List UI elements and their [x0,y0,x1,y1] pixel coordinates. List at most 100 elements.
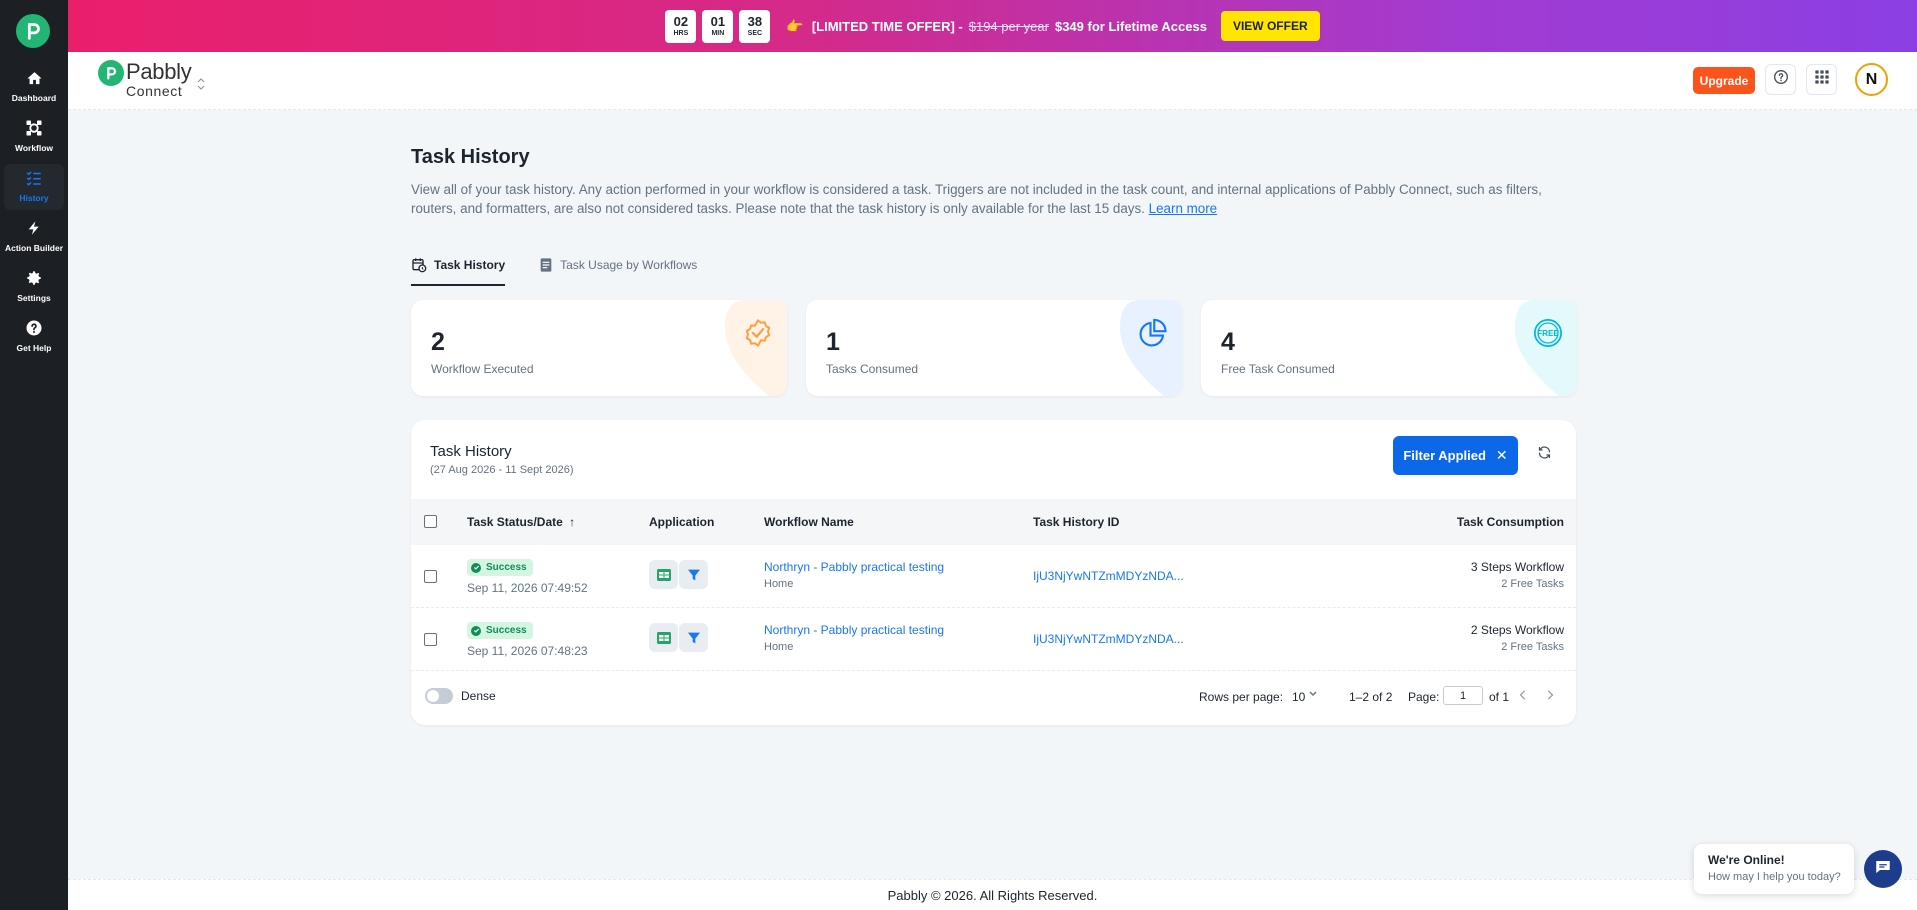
sidebar-item-workflow[interactable]: Workflow [4,114,64,160]
pie-chart-icon [1138,318,1168,348]
dense-label: Dense [461,689,496,703]
tab-task-history[interactable]: Task History [411,245,506,286]
table-row: Success Sep 11, 2026 07:49:52 Northryn -… [411,545,1576,608]
column-label: Task Status/Date [467,515,563,529]
brand-name: Pabbly [126,59,192,84]
task-history-id-link[interactable]: IjU3NjYwNTZmMDYzNDA... [1033,569,1184,583]
check-circle-icon [471,625,481,636]
promo-new-price: $349 for Lifetime Access [1054,18,1207,34]
row-checkbox[interactable] [424,570,437,583]
workflow-name-link[interactable]: Northryn - Pabbly practical testing [764,560,944,574]
top-header: Pabbly Connect Upgrade N [68,52,1917,110]
rows-per-page-select[interactable]: 10 [1292,690,1305,704]
sidebar-item-dashboard[interactable]: Dashboard [4,64,64,110]
stat-card-free-task-consumed: FREE 4 Free Task Consumed [1201,300,1577,396]
task-date: Sep 11, 2026 07:49:52 [467,581,588,595]
page-total: of 1 [1489,690,1510,704]
description-text: View all of your task history. Any actio… [411,182,1542,216]
brand-product: Connect [126,83,183,99]
select-all-checkbox[interactable] [424,515,437,528]
column-header-application: Application [649,515,715,529]
pabbly-logo-icon[interactable] [16,14,50,48]
learn-more-link[interactable]: Learn more [1149,201,1217,216]
application-icons [649,560,709,589]
sidebar-item-action-builder[interactable]: Action Builder [4,214,64,260]
apps-grid-button[interactable] [1806,64,1837,95]
workflow-folder: Home [764,578,794,590]
countdown-unit: HRS [673,29,689,37]
home-icon [24,68,44,88]
stat-label: Tasks Consumed [826,362,919,376]
dense-toggle[interactable] [425,688,453,704]
task-history-table-card: Task History (27 Aug 2026 - 11 Sept 2026… [411,420,1576,725]
task-consumption: 2 Steps Workflow [1470,623,1564,637]
previous-page-button[interactable] [1514,685,1532,705]
svg-text:FREE: FREE [1537,329,1559,338]
refresh-button[interactable] [1533,444,1555,466]
sidebar-item-label: Workflow [14,143,54,153]
task-history-id-link[interactable]: IjU3NjYwNTZmMDYzNDA... [1033,632,1184,646]
sidebar-item-label: Settings [17,293,51,303]
free-tasks: 2 Free Tasks [1501,578,1564,590]
upgrade-button[interactable]: Upgrade [1693,67,1755,94]
sidebar-item-settings[interactable]: Settings [4,264,64,310]
rows-per-page-label: Rows per page: [1199,690,1284,704]
chat-launcher-button[interactable] [1864,850,1902,888]
chevron-up-down-icon [197,78,205,91]
status-text: Success [486,625,527,636]
promo-text: 👉 [LIMITED TIME OFFER] - $194 per year $… [786,18,1207,35]
status-text: Success [486,562,527,573]
stats-row: 2 Workflow Executed 1 Tasks Consumed FRE… [411,300,1596,396]
next-page-button[interactable] [1541,685,1559,705]
column-header-task-history-id: Task History ID [1033,515,1120,529]
column-header-task-consumption: Task Consumption [1456,515,1564,529]
avatar[interactable]: N [1855,63,1888,96]
workflow-name-link[interactable]: Northryn - Pabbly practical testing [764,623,944,637]
sort-arrow-up-icon: ↑ [569,515,576,529]
view-offer-button[interactable]: VIEW OFFER [1220,11,1320,41]
stat-label: Workflow Executed [431,362,534,376]
stat-label: Free Task Consumed [1221,362,1335,376]
page-title: Task History [411,146,530,168]
copyright-text: Pabbly © 2026. All Rights Reserved. [887,887,1098,903]
filter-applied-button[interactable]: Filter Applied ✕ [1393,436,1518,475]
verified-badge-icon [743,318,773,348]
column-header-workflow-name: Workflow Name [764,515,854,529]
help-button[interactable] [1765,64,1796,95]
sidebar-item-history[interactable]: History [4,164,64,210]
stat-value: 4 [1221,328,1235,356]
help-circle-icon [24,318,44,338]
status-badge: Success [467,559,533,576]
sidebar: Dashboard Workflow History Action Builde… [0,0,68,910]
tab-label: Task History [434,258,506,272]
application-icons [649,623,709,652]
close-icon[interactable]: ✕ [1496,447,1508,464]
column-header-status-date[interactable]: Task Status/Date ↑ [467,515,575,529]
sidebar-item-get-help[interactable]: Get Help [4,314,64,360]
promo-old-price: $194 per year [968,18,1049,34]
row-checkbox[interactable] [424,633,437,646]
countdown-value: 02 [673,13,689,29]
workflow-icon [24,118,44,138]
chat-greeting-bubble[interactable]: We're Online! How may I help you today? [1694,844,1854,894]
page-number-input[interactable] [1443,686,1483,705]
chat-title: We're Online! [1708,853,1785,867]
workflow-folder: Home [764,641,794,653]
pagination-range: 1–2 of 2 [1349,690,1393,704]
sidebar-item-label: Get Help [16,343,52,353]
calendar-clock-icon [411,257,427,273]
report-list-icon [539,257,553,273]
stat-value: 1 [826,328,840,356]
promo-banner: 02 HRS 01 MIN 38 SEC 👉 [LIMITED TIME OFF… [68,0,1917,52]
refresh-icon [1537,445,1552,465]
status-badge: Success [467,622,533,639]
task-consumption: 3 Steps Workflow [1470,560,1564,574]
countdown-unit: MIN [711,29,725,37]
chevron-down-icon[interactable] [1308,688,1318,701]
tab-task-usage-by-workflows[interactable]: Task Usage by Workflows [539,245,697,285]
countdown-value: 38 [747,13,763,29]
sidebar-item-label: Dashboard [11,93,57,103]
brand-switcher[interactable]: Pabbly Connect [98,60,205,98]
stat-card-workflow-executed: 2 Workflow Executed [411,300,787,396]
chat-subtitle: How may I help you today? [1708,871,1841,883]
